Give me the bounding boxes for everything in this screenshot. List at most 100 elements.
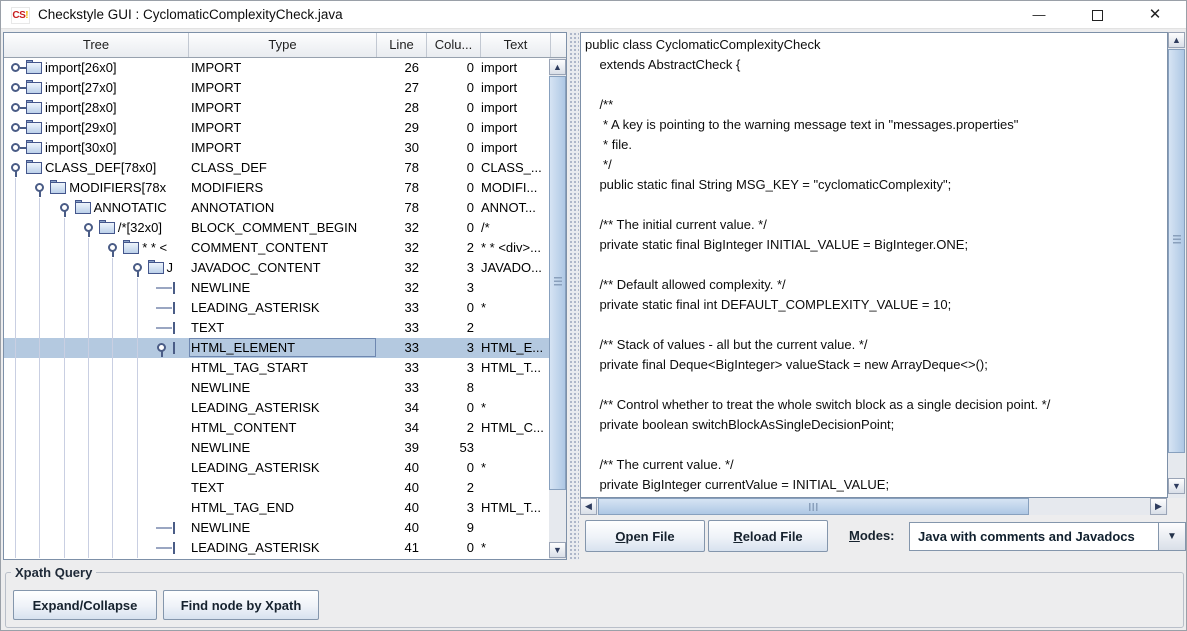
type-cell[interactable]: JAVADOC_CONTENT xyxy=(191,258,373,278)
line-cell[interactable]: 28 xyxy=(377,98,419,118)
scroll-up-icon[interactable]: ▲ xyxy=(549,59,566,75)
line-cell[interactable]: 33 xyxy=(377,378,419,398)
text-cell[interactable] xyxy=(481,478,550,498)
type-cell[interactable]: BLOCK_COMMENT_BEGIN xyxy=(191,218,373,238)
text-cell[interactable] xyxy=(481,518,550,538)
type-cell[interactable]: TEXT xyxy=(191,318,373,338)
code-scrollbar-thumb[interactable] xyxy=(1168,49,1185,453)
tree-cell[interactable] xyxy=(4,458,188,478)
tree-cell[interactable]: /*[32x0] xyxy=(4,218,188,238)
tree-table-row[interactable]: HTML_ELEMENT333HTML_E... xyxy=(4,338,549,358)
line-cell[interactable]: 34 xyxy=(377,418,419,438)
col-cell[interactable]: 0 xyxy=(427,198,474,218)
col-cell[interactable]: 0 xyxy=(427,98,474,118)
text-cell[interactable]: * xyxy=(481,458,550,478)
expand-handle-icon[interactable] xyxy=(11,83,20,92)
code-hscrollbar-thumb[interactable] xyxy=(598,498,1029,515)
type-cell[interactable]: HTML_CONTENT xyxy=(191,418,373,438)
tree-table-row[interactable]: import[28x0]IMPORT280import xyxy=(4,98,549,118)
col-cell[interactable]: 0 xyxy=(427,398,474,418)
scroll-right-icon[interactable]: ▶ xyxy=(1150,498,1167,515)
text-cell[interactable]: HTML_T... xyxy=(481,358,550,378)
type-cell[interactable]: HTML_TAG_START xyxy=(191,358,373,378)
col-cell[interactable]: 3 xyxy=(427,498,474,518)
type-cell[interactable]: CLASS_DEF xyxy=(191,158,373,178)
column-header-tree[interactable]: Tree xyxy=(4,33,189,57)
text-cell[interactable] xyxy=(481,318,550,338)
line-cell[interactable]: 27 xyxy=(377,78,419,98)
tree-cell[interactable] xyxy=(4,438,188,458)
text-cell[interactable] xyxy=(481,438,550,458)
line-cell[interactable]: 29 xyxy=(377,118,419,138)
minimize-button[interactable]: — xyxy=(1016,1,1062,29)
tree-cell[interactable] xyxy=(4,398,188,418)
tree-table-row[interactable]: TEXT402 xyxy=(4,478,549,498)
tree-table-row[interactable]: import[30x0]IMPORT300import xyxy=(4,138,549,158)
col-cell[interactable]: 0 xyxy=(427,138,474,158)
tree-table-row[interactable]: import[29x0]IMPORT290import xyxy=(4,118,549,138)
text-cell[interactable]: JAVADO... xyxy=(481,258,550,278)
tree-table-row[interactable]: HTML_TAG_END403HTML_T... xyxy=(4,498,549,518)
line-cell[interactable]: 33 xyxy=(377,298,419,318)
tree-cell[interactable] xyxy=(4,298,188,318)
col-cell[interactable]: 0 xyxy=(427,58,474,78)
tree-cell[interactable] xyxy=(4,538,188,558)
tree-table-row[interactable]: LEADING_ASTERISK410* xyxy=(4,538,549,558)
type-cell[interactable]: LEADING_ASTERISK xyxy=(191,538,373,558)
text-cell[interactable]: * xyxy=(481,298,550,318)
col-cell[interactable]: 0 xyxy=(427,298,474,318)
tree-table-row[interactable]: MODIFIERS[78xMODIFIERS780MODIFI... xyxy=(4,178,549,198)
modes-combobox[interactable]: Java with comments and Javadocs ▼ xyxy=(909,522,1186,551)
type-cell[interactable]: NEWLINE xyxy=(191,378,373,398)
col-cell[interactable]: 9 xyxy=(427,518,474,538)
text-cell[interactable]: import xyxy=(481,58,550,78)
scroll-down-icon[interactable]: ▼ xyxy=(549,542,566,558)
tree-node-label[interactable]: MODIFIERS[78x xyxy=(69,178,166,198)
scroll-down-icon[interactable]: ▼ xyxy=(1168,478,1185,494)
text-cell[interactable]: * xyxy=(481,398,550,418)
line-cell[interactable]: 33 xyxy=(377,338,419,358)
tree-cell[interactable]: import[30x0] xyxy=(4,138,188,158)
text-cell[interactable] xyxy=(481,278,550,298)
text-cell[interactable]: import xyxy=(481,78,550,98)
reload-file-button[interactable]: Reload File xyxy=(708,520,828,552)
tree-cell[interactable] xyxy=(4,278,188,298)
code-vertical-scrollbar[interactable]: ▲ ▼ xyxy=(1168,32,1185,498)
col-cell[interactable]: 0 xyxy=(427,218,474,238)
line-cell[interactable]: 26 xyxy=(377,58,419,78)
tree-cell[interactable] xyxy=(4,378,188,398)
col-cell[interactable]: 3 xyxy=(427,258,474,278)
tree-cell[interactable] xyxy=(4,358,188,378)
tree-table-row[interactable]: /*[32x0]BLOCK_COMMENT_BEGIN320/* xyxy=(4,218,549,238)
col-cell[interactable]: 3 xyxy=(427,338,474,358)
line-cell[interactable]: 30 xyxy=(377,138,419,158)
text-cell[interactable]: import xyxy=(481,118,550,138)
tree-cell[interactable]: MODIFIERS[78x xyxy=(4,178,188,198)
line-cell[interactable]: 33 xyxy=(377,358,419,378)
type-cell[interactable]: NEWLINE xyxy=(191,438,373,458)
text-cell[interactable]: HTML_T... xyxy=(481,498,550,518)
tree-node-label[interactable]: import[28x0] xyxy=(45,98,117,118)
tree-table-row[interactable]: LEADING_ASTERISK400* xyxy=(4,458,549,478)
split-pane-divider[interactable] xyxy=(569,32,579,560)
col-cell[interactable]: 3 xyxy=(427,358,474,378)
tree-node-label[interactable]: /*[32x0] xyxy=(118,218,162,238)
line-cell[interactable]: 34 xyxy=(377,398,419,418)
type-cell[interactable]: HTML_ELEMENT xyxy=(191,338,373,358)
line-cell[interactable]: 32 xyxy=(377,258,419,278)
tree-cell[interactable] xyxy=(4,518,188,538)
column-header-line[interactable]: Line xyxy=(377,33,427,57)
tree-cell[interactable] xyxy=(4,478,188,498)
col-cell[interactable]: 2 xyxy=(427,418,474,438)
line-cell[interactable]: 78 xyxy=(377,198,419,218)
type-cell[interactable]: NEWLINE xyxy=(191,278,373,298)
column-header-type[interactable]: Type xyxy=(189,33,377,57)
col-cell[interactable]: 8 xyxy=(427,378,474,398)
type-cell[interactable]: IMPORT xyxy=(191,78,373,98)
type-cell[interactable]: TEXT xyxy=(191,478,373,498)
text-cell[interactable]: HTML_C... xyxy=(481,418,550,438)
line-cell[interactable]: 32 xyxy=(377,238,419,258)
tree-node-label[interactable]: import[27x0] xyxy=(45,78,117,98)
code-horizontal-scrollbar[interactable]: ◀ ▶ xyxy=(580,498,1168,515)
line-cell[interactable]: 32 xyxy=(377,218,419,238)
